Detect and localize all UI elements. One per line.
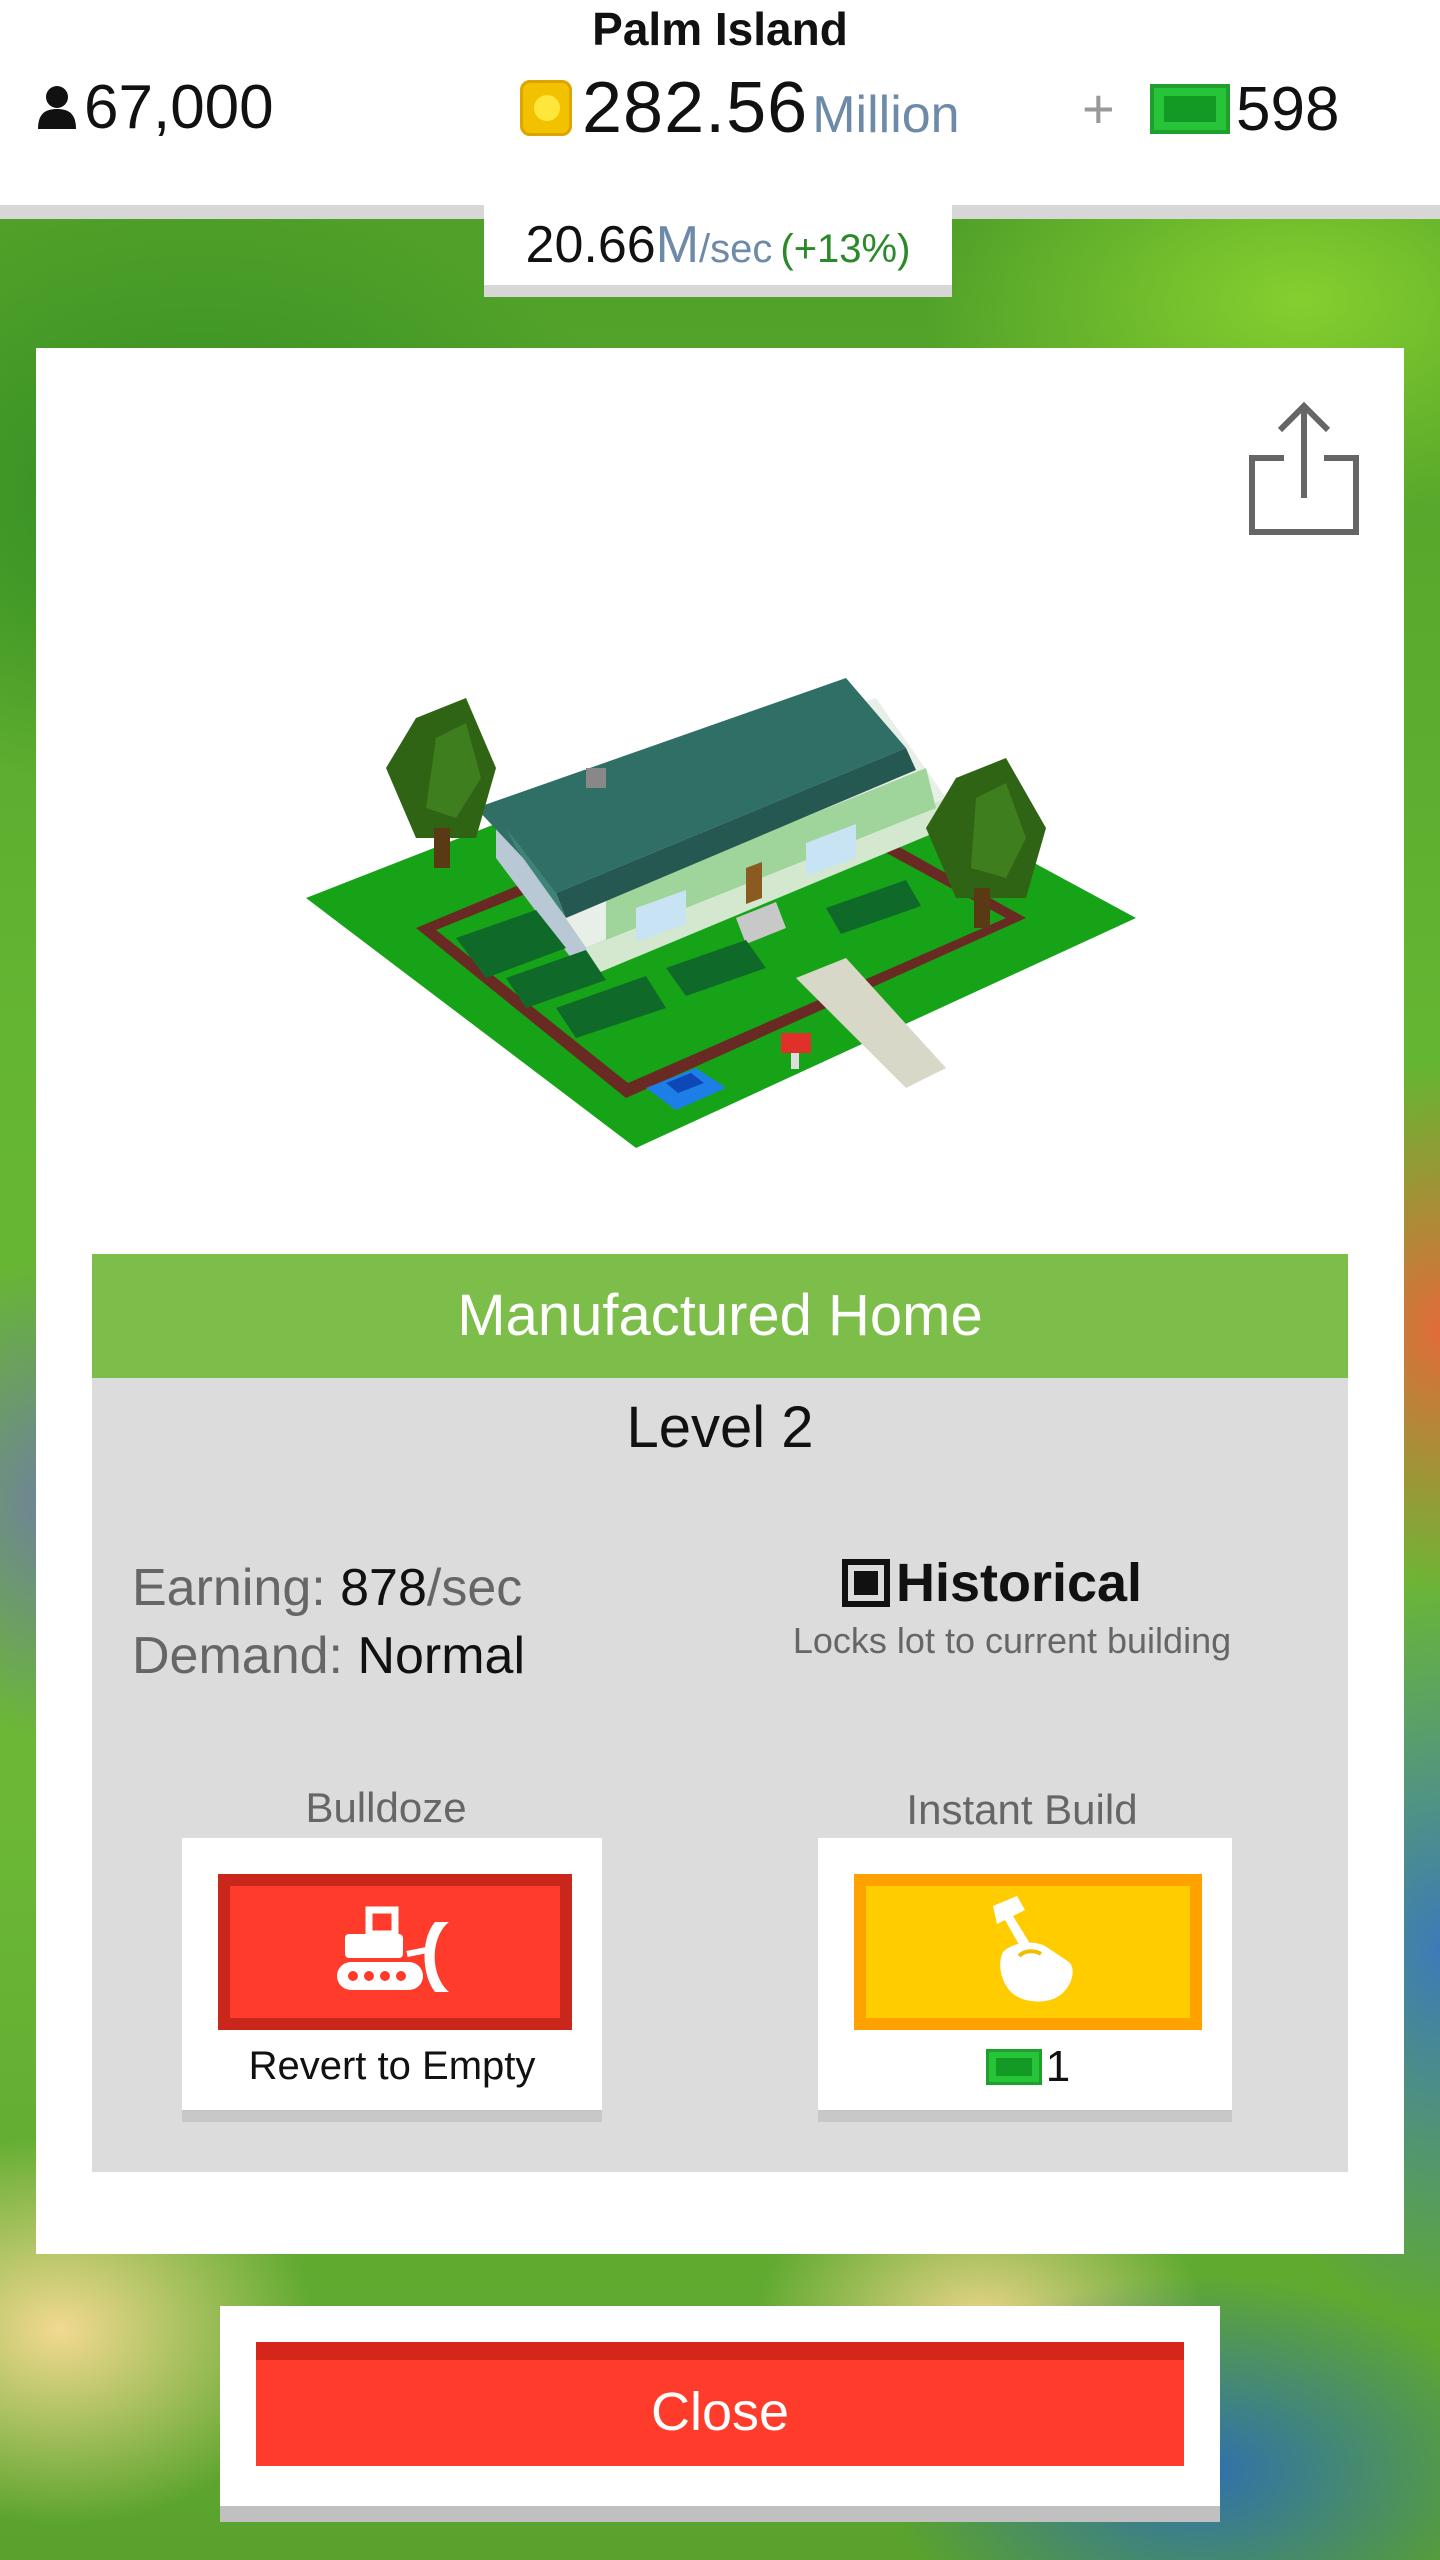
coin-icon — [520, 80, 572, 136]
demand-row: Demand: Normal — [132, 1622, 525, 1690]
historical-description: Locks lot to current building — [792, 1620, 1232, 1661]
earning-value: 878 — [340, 1559, 427, 1617]
population-counter: 67,000 — [36, 72, 274, 142]
person-icon — [38, 86, 76, 129]
money-value: 282.56 — [582, 68, 809, 148]
demand-value: Normal — [357, 1627, 526, 1685]
bulldoze-title: Bulldoze — [305, 1784, 467, 1831]
building-level: Level 2 — [626, 1395, 814, 1460]
cash-bill-icon — [1150, 84, 1230, 134]
money-unit: Million — [812, 86, 960, 144]
bulldoze-caption: Revert to Empty — [248, 2044, 536, 2088]
instant-build-button[interactable] — [854, 1874, 1202, 2030]
earning-row: Earning: 878/sec — [132, 1554, 525, 1622]
income-rate: 20.66M/sec (+13%) — [484, 205, 952, 297]
instant-build-cost-value: 1 — [1045, 2042, 1071, 2091]
building-detail-card: Manufactured Home Level 2 Earning: 878/s… — [36, 348, 1404, 2254]
rate-value: 20.66 — [525, 216, 656, 274]
earning-unit: /sec — [426, 1559, 523, 1617]
historical-toggle[interactable]: Historical Locks lot to current building — [782, 1552, 1242, 1662]
island-name: Palm Island — [592, 3, 848, 55]
cash-value: 598 — [1236, 74, 1340, 144]
close-button[interactable]: Close — [256, 2342, 1184, 2466]
earning-label: Earning: — [132, 1559, 326, 1617]
bulldoze-card: Revert to Empty — [182, 1838, 602, 2122]
building-name: Manufactured Home — [92, 1254, 1348, 1378]
demand-label: Demand: — [132, 1627, 343, 1685]
population-value: 67,000 — [84, 72, 274, 142]
instant-build-card: 1 — [818, 1838, 1232, 2122]
rate-unit-m: M — [655, 216, 700, 274]
rate-unit-sec: /sec — [699, 227, 773, 271]
money-display: 282.56 Million — [520, 68, 960, 148]
instant-build-title: Instant Build — [906, 1786, 1138, 1833]
building-illustration — [306, 678, 1136, 1148]
building-stats: Earning: 878/sec Demand: Normal — [132, 1554, 525, 1690]
rate-bonus: (+13%) — [780, 227, 911, 271]
close-button-frame: Close — [220, 2306, 1220, 2522]
instant-build-cost: 1 — [818, 2042, 1238, 2092]
share-icon[interactable] — [1244, 398, 1364, 538]
cash-bill-icon — [985, 2049, 1042, 2085]
add-cash-button[interactable]: + — [1082, 76, 1115, 141]
building-info-panel: Manufactured Home Level 2 Earning: 878/s… — [92, 1254, 1348, 2172]
bulldozer-icon — [337, 1906, 449, 1992]
hammer-hand-icon — [993, 1896, 1073, 2002]
top-hud: Palm Island 67,000 282.56 Million + 598 — [0, 0, 1440, 219]
cash-display[interactable]: 598 — [1150, 74, 1339, 144]
bulldoze-button[interactable] — [218, 1874, 572, 2030]
historical-checkbox[interactable] — [841, 1559, 890, 1607]
historical-label: Historical — [895, 1553, 1143, 1613]
